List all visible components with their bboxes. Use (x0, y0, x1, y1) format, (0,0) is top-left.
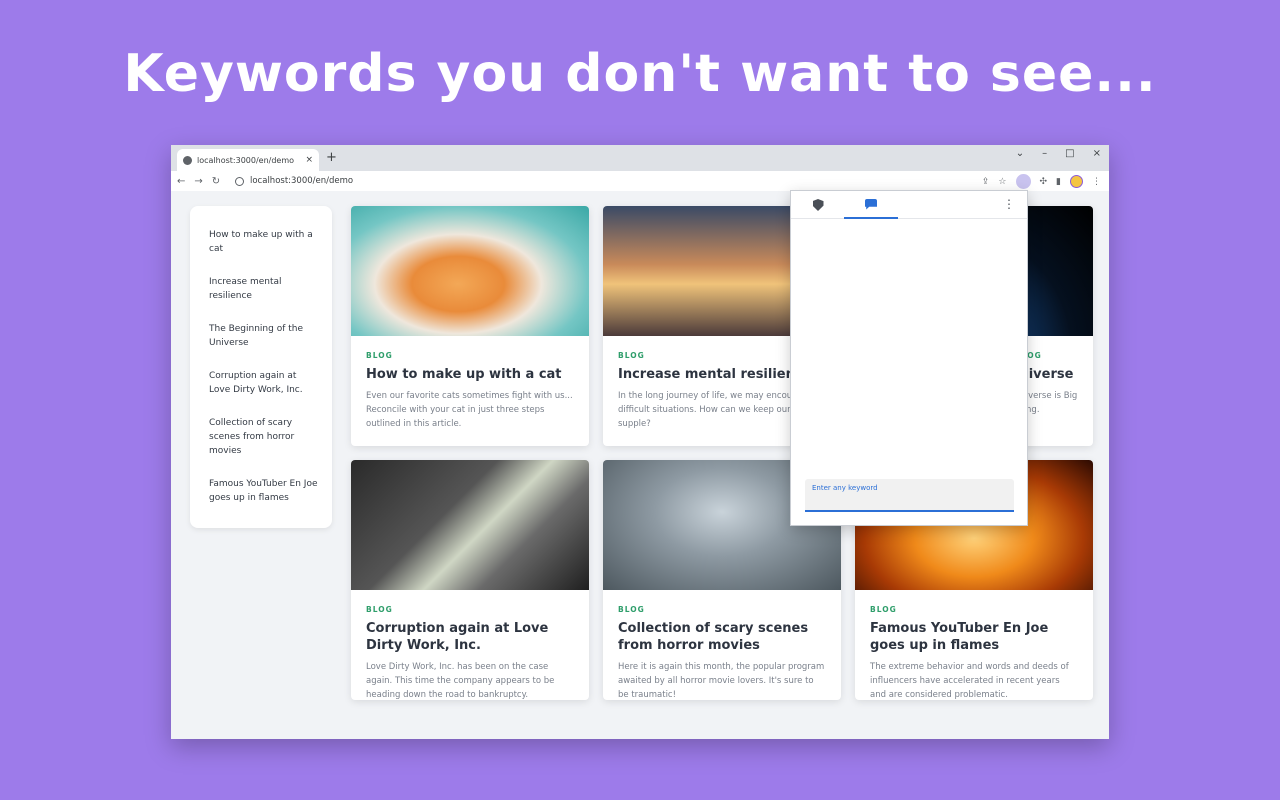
sidebar-item-horror[interactable]: Collection of scary scenes from horror m… (209, 416, 318, 458)
browser-menu-icon[interactable]: ⋮ (1092, 177, 1101, 187)
keyword-field-label: Enter any keyword (812, 484, 878, 492)
keyword-input[interactable] (812, 500, 1007, 510)
globe-icon (183, 155, 192, 165)
tab-close-icon[interactable]: × (305, 155, 313, 165)
article-card-cat[interactable]: BLOG How to make up with a cat Even our … (351, 206, 589, 446)
card-description: The extreme behavior and words and deeds… (870, 662, 1069, 700)
extensions-puzzle-icon[interactable]: ✣ (1040, 177, 1048, 187)
address-bar[interactable]: localhost:3000/en/demo (235, 173, 1009, 189)
bookmark-star-icon[interactable]: ☆ (998, 177, 1006, 187)
browser-tab[interactable]: localhost:3000/en/demo × (177, 149, 319, 171)
card-description: Love Dirty Work, Inc. has been on the ca… (366, 662, 555, 700)
keyword-extension-icon[interactable] (1015, 174, 1031, 189)
tab-strip: localhost:3000/en/demo × + ⌄ – □ × (171, 145, 1109, 171)
card-title[interactable]: How to make up with a cat (366, 366, 574, 383)
extension-popup: ⋮ Enter any keyword (790, 190, 1028, 526)
card-image (351, 206, 589, 336)
card-tag: BLOG (366, 351, 393, 360)
article-sidebar: How to make up with a cat Increase menta… (190, 206, 332, 528)
side-panel-icon[interactable]: ▮ (1056, 177, 1061, 187)
card-description: Even our favorite cats sometimes fight w… (366, 391, 573, 429)
minimize-button[interactable]: – (1042, 148, 1047, 159)
window-controls: ⌄ – □ × (1016, 148, 1101, 159)
share-icon[interactable]: ⇪ (982, 177, 990, 187)
card-tag: BLOG (870, 605, 897, 614)
browser-toolbar: ← → ↻ localhost:3000/en/demo ⇪ ☆ ✣ ▮ ⋮ (171, 171, 1109, 191)
tab-blocklist[interactable] (791, 191, 845, 219)
back-icon[interactable]: ← (177, 176, 185, 187)
chat-bubble-icon (865, 198, 877, 210)
site-info-icon[interactable] (235, 176, 244, 186)
maximize-button[interactable]: □ (1065, 148, 1074, 159)
new-tab-button[interactable]: + (326, 150, 337, 165)
card-title[interactable]: Corruption again at Love Dirty Work, Inc… (366, 620, 574, 654)
url-text[interactable]: localhost:3000/en/demo (250, 176, 353, 186)
tab-search-icon[interactable]: ⌄ (1016, 148, 1024, 159)
sidebar-item-corruption[interactable]: Corruption again at Love Dirty Work, Inc… (209, 369, 318, 397)
article-card-corruption[interactable]: BLOG Corruption again at Love Dirty Work… (351, 460, 589, 700)
card-tag: BLOG (366, 605, 393, 614)
tab-keywords[interactable] (844, 191, 898, 219)
sidebar-item-resilience[interactable]: Increase mental resilience (209, 275, 318, 303)
popup-menu-icon[interactable]: ⋮ (1003, 197, 1015, 211)
profile-avatar[interactable] (1070, 175, 1083, 188)
close-window-button[interactable]: × (1093, 148, 1101, 159)
reload-icon[interactable]: ↻ (212, 176, 220, 187)
keyword-field[interactable]: Enter any keyword (805, 479, 1014, 512)
sidebar-item-youtuber[interactable]: Famous YouTuber En Joe goes up in flames (209, 477, 318, 505)
tab-title: localhost:3000/en/demo (197, 155, 295, 165)
sidebar-item-cat[interactable]: How to make up with a cat (209, 228, 318, 256)
card-image (351, 460, 589, 590)
forward-icon[interactable]: → (194, 176, 202, 187)
card-title[interactable]: Famous YouTuber En Joe goes up in flames (870, 620, 1078, 654)
card-tag: BLOG (618, 605, 645, 614)
shield-search-icon (812, 199, 824, 211)
toolbar-actions: ⇪ ☆ ✣ ▮ ⋮ (982, 174, 1101, 189)
page-headline: Keywords you don't want to see... (123, 44, 1157, 104)
card-title[interactable]: Collection of scary scenes from horror m… (618, 620, 826, 654)
popup-tab-bar: ⋮ (791, 191, 1027, 219)
card-description: Here it is again this month, the popular… (618, 662, 825, 700)
sidebar-item-universe[interactable]: The Beginning of the Universe (209, 322, 318, 350)
